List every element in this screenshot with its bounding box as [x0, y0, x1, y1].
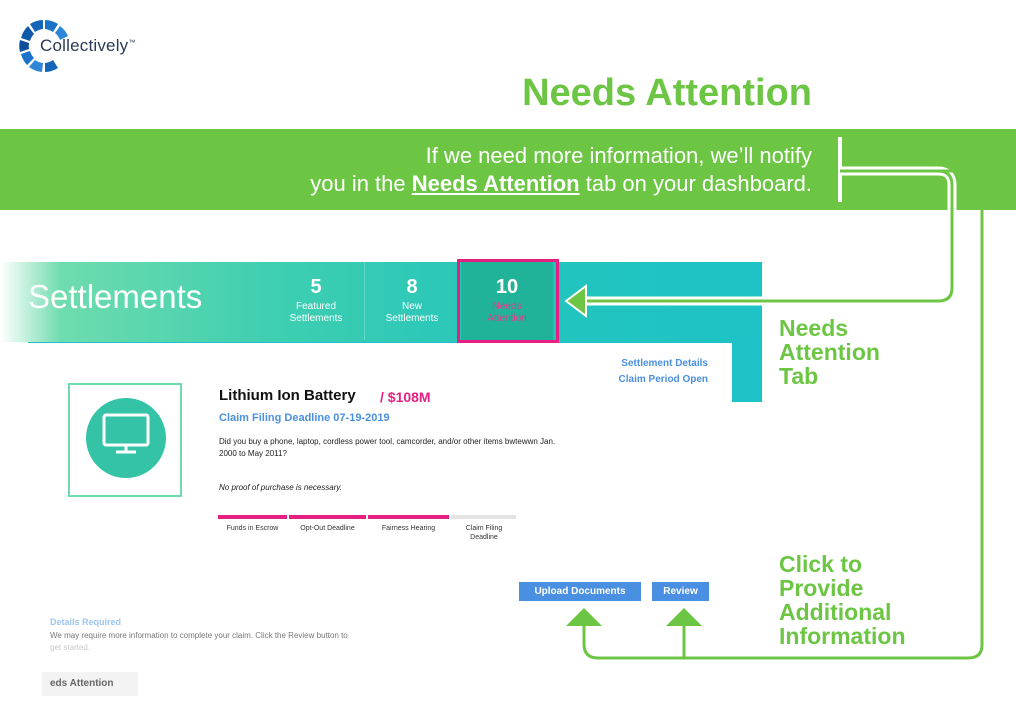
arrow-up-icon — [666, 608, 702, 626]
arrow-up-icon — [566, 608, 602, 626]
callout-connectors — [564, 137, 984, 660]
arrow-left-icon — [564, 284, 587, 318]
